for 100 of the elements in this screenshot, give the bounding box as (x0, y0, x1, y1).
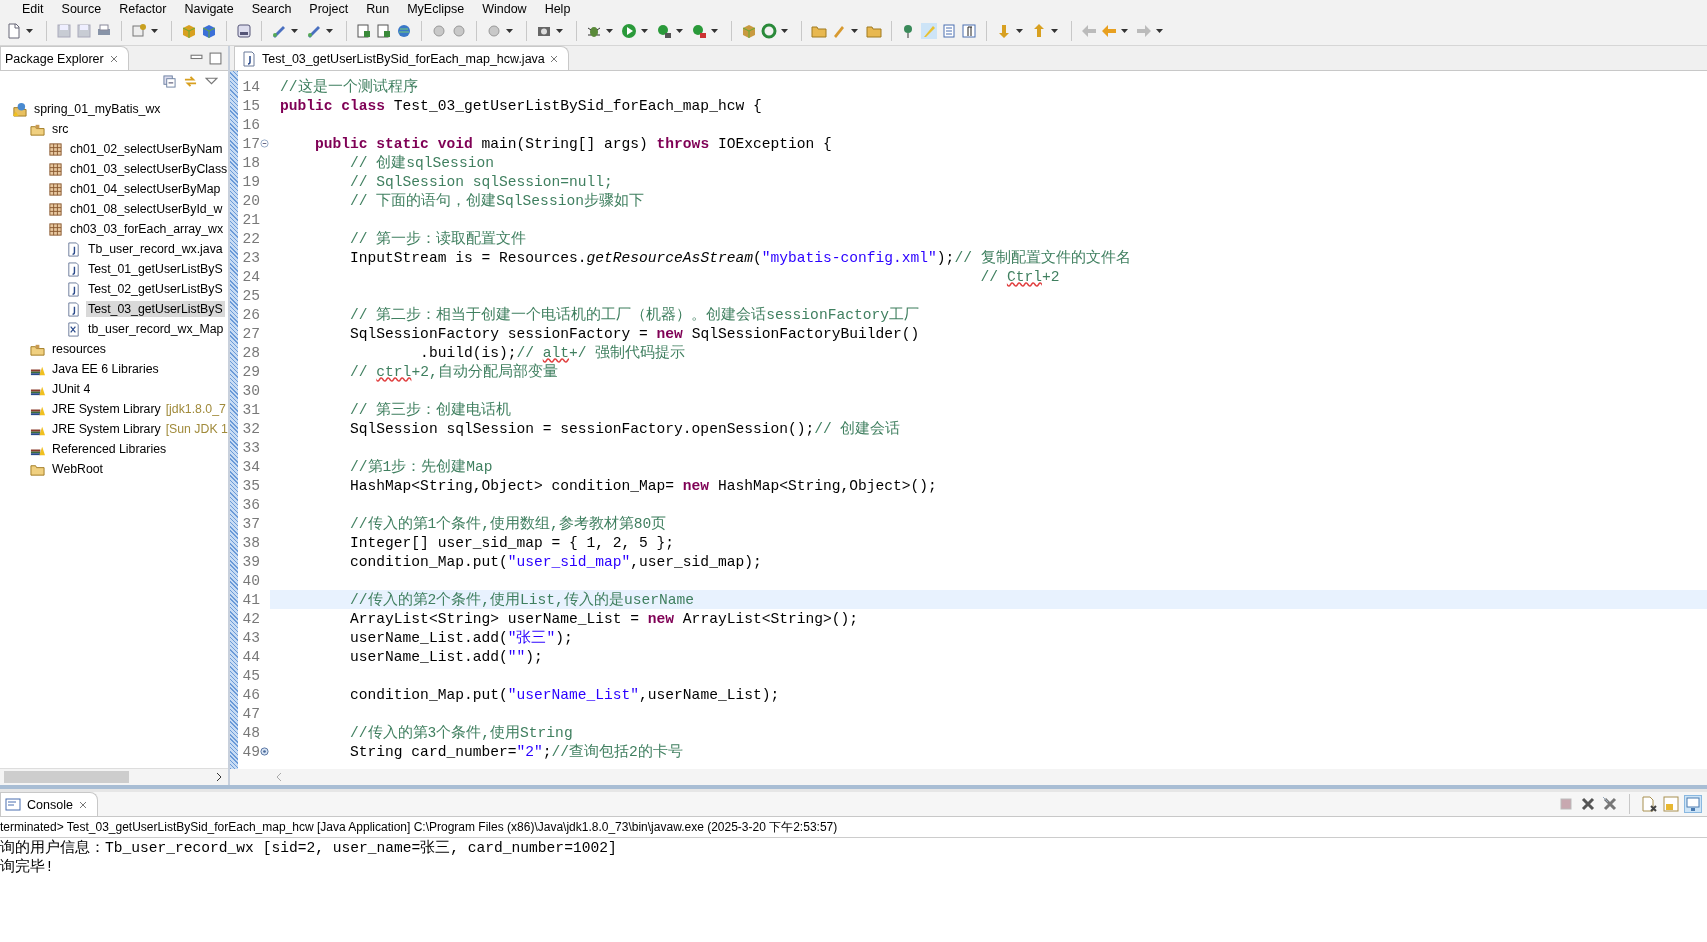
editor-tab[interactable]: Test_03_getUserListBySid_forEach_map_hcw.java (234, 46, 569, 70)
line-number: 20 (241, 192, 260, 209)
tree-item[interactable]: JUnit 4 (0, 379, 228, 399)
menu-item[interactable]: Source (61, 1, 102, 16)
package-icon[interactable] (741, 23, 757, 39)
code-text: ; (542, 743, 552, 760)
tree-item[interactable]: JRE System Library [jdk1.8.0_7 (0, 399, 228, 419)
comment-text: //传入的第1个条件,使用数组,参考教材第80页 (349, 514, 667, 533)
terminal-icon[interactable] (356, 23, 372, 39)
cube-icon[interactable] (181, 23, 197, 39)
tab-label: Package Explorer (5, 51, 104, 66)
tree-item[interactable]: Java EE 6 Libraries (0, 359, 228, 379)
tree-item[interactable]: ch01_03_selectUserByClass (0, 159, 228, 179)
run-icon[interactable] (621, 23, 637, 39)
menu-item[interactable]: Refactor (119, 1, 167, 16)
caret-icon[interactable] (506, 29, 513, 33)
menu-item[interactable]: MyEclipse (407, 1, 465, 16)
menu-item[interactable]: Run (366, 1, 390, 16)
menu-item[interactable]: Window (482, 1, 527, 16)
cube-icon[interactable] (201, 23, 217, 39)
monitor-icon[interactable] (1685, 796, 1701, 812)
menu-item[interactable]: Help (544, 1, 571, 16)
tree-item[interactable]: JRE System Library [Sun JDK 1 (0, 419, 228, 439)
caret-icon[interactable] (151, 29, 158, 33)
tree-item-label: Test_02_getUserListByS (87, 281, 224, 297)
caret-icon[interactable] (26, 29, 33, 33)
remove-all-icon[interactable] (1602, 796, 1618, 812)
caret-icon[interactable] (1156, 29, 1163, 33)
tree-item[interactable]: Test_03_getUserListByS (0, 299, 228, 319)
line-number: 42 (241, 610, 260, 627)
scroll-right-icon[interactable] (216, 772, 222, 782)
menu-item[interactable]: Search (251, 1, 292, 16)
pilcrow-icon[interactable] (961, 23, 977, 39)
close-icon[interactable] (109, 54, 118, 63)
caret-icon[interactable] (1016, 29, 1023, 33)
caret-icon[interactable] (781, 29, 788, 33)
tree-item[interactable]: WebRoot (0, 459, 228, 479)
line-number: 34 (241, 458, 260, 475)
caret-icon[interactable] (851, 29, 858, 33)
line-number: 32 (241, 420, 260, 437)
link-icon[interactable] (184, 75, 197, 88)
tree-item[interactable]: src (0, 119, 228, 139)
stop-icon[interactable] (691, 23, 707, 39)
tree-item[interactable]: ch01_04_selectUserByMap (0, 179, 228, 199)
document-icon[interactable] (1641, 796, 1657, 812)
folder-icon[interactable] (866, 23, 882, 39)
caret-icon[interactable] (676, 29, 683, 33)
line-number: 29 (241, 363, 260, 380)
horizontal-scrollbar[interactable] (230, 769, 1707, 785)
close-icon[interactable] (549, 54, 558, 63)
tree-item[interactable]: Referenced Libraries (0, 439, 228, 459)
keyword-text: new (682, 477, 710, 494)
close-icon[interactable] (78, 800, 87, 809)
view-tab[interactable]: Console (0, 792, 98, 816)
caret-icon[interactable] (556, 29, 563, 33)
horizontal-scrollbar[interactable] (0, 768, 228, 785)
comment-text: ctrl (376, 363, 412, 380)
package-icon (48, 201, 63, 217)
caret-icon[interactable] (326, 29, 333, 33)
tree-item[interactable]: Test_02_getUserListByS (0, 279, 228, 299)
maximize-icon[interactable] (209, 52, 222, 65)
view-tab[interactable]: Package Explorer (0, 46, 129, 70)
line-number: 24 (241, 268, 260, 285)
collapse-all-icon[interactable] (163, 75, 176, 88)
tree-item[interactable]: resources (0, 339, 228, 359)
tree-item[interactable]: ch03_03_forEach_array_wx (0, 219, 228, 239)
remove-icon[interactable] (1580, 796, 1596, 812)
line-number: 40 (241, 572, 260, 589)
tree-item[interactable]: ch01_02_selectUserByNam (0, 139, 228, 159)
view-menu-icon[interactable] (205, 75, 218, 88)
tree-item[interactable]: Tb_user_record_wx.java (0, 239, 228, 259)
menu-item[interactable]: Project (309, 1, 349, 16)
folder-icon[interactable] (811, 23, 827, 39)
scroll-left-icon[interactable] (276, 772, 282, 782)
caret-icon[interactable] (711, 29, 718, 33)
caret-icon[interactable] (291, 29, 298, 33)
line-number: 27 (241, 325, 260, 342)
caret-icon[interactable] (1121, 29, 1128, 33)
terminal-icon[interactable] (376, 23, 392, 39)
menu-item[interactable]: Edit (22, 1, 44, 16)
line-number: 31 (241, 401, 260, 418)
console-icon (5, 796, 21, 813)
tree-item[interactable]: Test_01_getUserListByS (0, 259, 228, 279)
caret-icon[interactable] (606, 29, 613, 33)
collapse-icon[interactable] (260, 139, 269, 148)
run-icon[interactable] (656, 23, 672, 39)
java-file-icon (66, 241, 81, 257)
line-number: 48 (241, 724, 260, 741)
caret-icon[interactable] (1051, 29, 1058, 33)
line-number: 16 (241, 116, 260, 133)
menu-item[interactable]: Navigate (184, 1, 234, 16)
console-output-text: 询完毕! (0, 857, 55, 876)
code-text: SqlSession sqlSession = sessionFactory.openSession(); (349, 420, 815, 437)
tree-item[interactable]: ch01_08_selectUserById_w (0, 199, 228, 219)
comment-text: //传入的第2个条件,使用List,传入的是userName (349, 590, 694, 609)
tree-item-label: JRE System Library (51, 421, 162, 437)
tree-item[interactable]: spring_01_myBatis_wx (0, 99, 228, 119)
globe-icon[interactable] (396, 23, 412, 39)
caret-icon[interactable] (641, 29, 648, 33)
tree-item[interactable]: tb_user_record_wx_Map (0, 319, 228, 339)
